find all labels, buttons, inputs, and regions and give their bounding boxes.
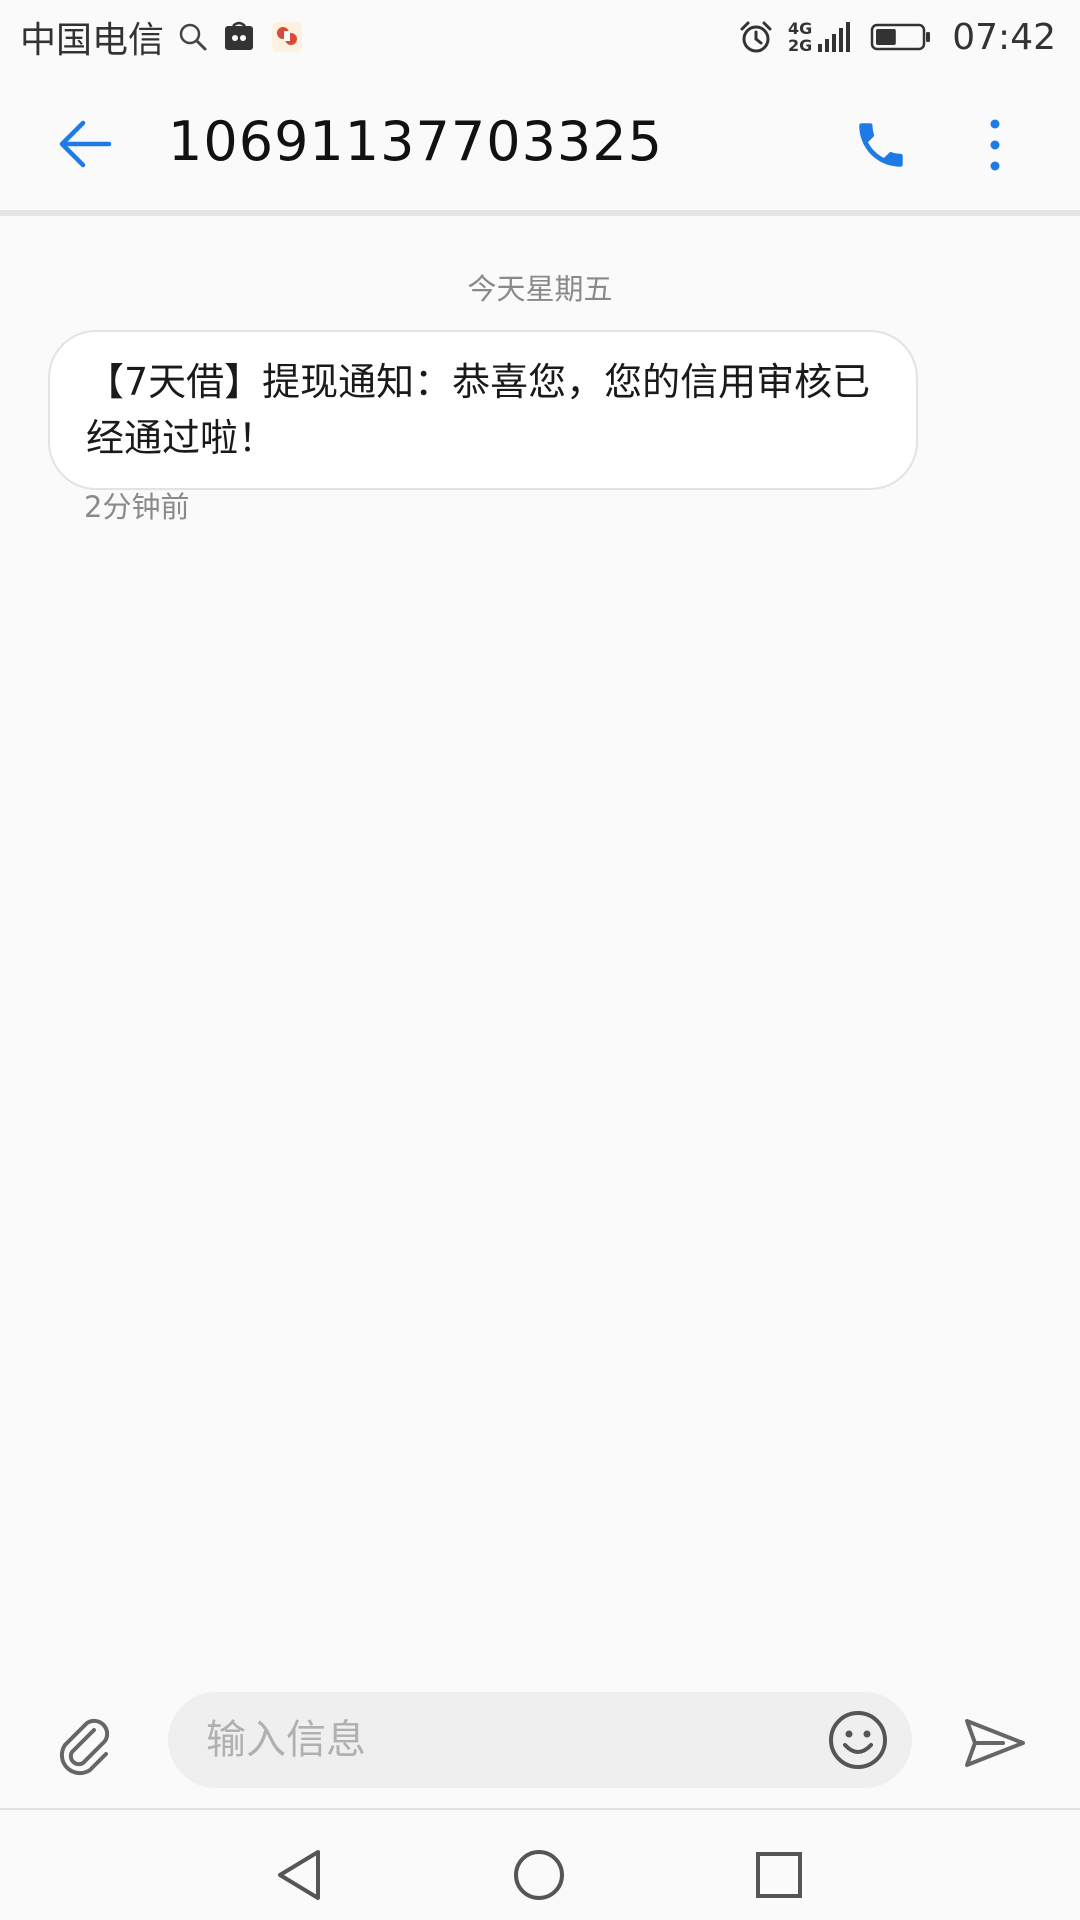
header-divider <box>0 210 1080 216</box>
network-type-top: 4G <box>787 19 813 38</box>
send-button[interactable] <box>950 1698 1040 1788</box>
alarm-icon <box>738 19 774 55</box>
call-button[interactable] <box>836 100 926 190</box>
status-right: 4G 2G 07:42 <box>738 17 1056 58</box>
signal-icon: 4G 2G <box>788 20 812 54</box>
nav-home-button[interactable] <box>494 1830 584 1920</box>
message-bubble[interactable]: 【7天借】提现通知：恭喜您，您的信用审核已经通过啦！ <box>48 330 918 490</box>
more-options-button[interactable] <box>960 100 1030 190</box>
more-vertical-icon <box>990 119 1000 171</box>
nav-home-icon <box>514 1850 564 1900</box>
app-bar: 10691137703325 <box>0 74 1080 214</box>
contact-title: 10691137703325 <box>168 110 663 173</box>
attach-button[interactable] <box>40 1700 130 1790</box>
emoji-icon <box>829 1711 887 1769</box>
messaging-screen: 中国电信 4G 2G 07:42 10691137703325 今天星期五 【7… <box>0 0 1080 1920</box>
system-navigation-bar <box>0 1810 1080 1920</box>
message-input-container <box>168 1692 912 1788</box>
message-timestamp: 2分钟前 <box>84 490 190 524</box>
nav-recents-button[interactable] <box>734 1830 824 1920</box>
status-bar: 中国电信 4G 2G 07:42 <box>0 0 1080 74</box>
signal-bars-icon <box>816 20 856 54</box>
search-icon <box>178 22 208 52</box>
paperclip-icon <box>59 1718 110 1776</box>
network-type-bottom: 2G <box>787 36 813 55</box>
battery-icon <box>870 22 932 52</box>
carrier-name: 中国电信 <box>20 20 165 61</box>
message-input[interactable] <box>204 1692 764 1788</box>
status-left: 中国电信 <box>20 11 304 63</box>
nav-back-button[interactable] <box>254 1830 344 1920</box>
huawei-shop-icon <box>222 20 256 54</box>
send-icon <box>965 1719 1025 1767</box>
date-label: 今天星期五 <box>467 272 613 306</box>
status-time: 07:42 <box>952 16 1056 58</box>
message-text: 【7天借】提现通知：恭喜您，您的信用审核已经通过啦！ <box>86 360 871 460</box>
emoji-button[interactable] <box>818 1700 898 1780</box>
phone-icon <box>859 123 903 167</box>
back-arrow-icon <box>59 120 112 168</box>
nav-recents-icon <box>756 1852 802 1898</box>
nav-back-icon <box>278 1850 320 1900</box>
message-composer <box>0 1680 1080 1800</box>
back-button[interactable] <box>40 104 130 184</box>
app-notification-icon <box>270 20 304 54</box>
